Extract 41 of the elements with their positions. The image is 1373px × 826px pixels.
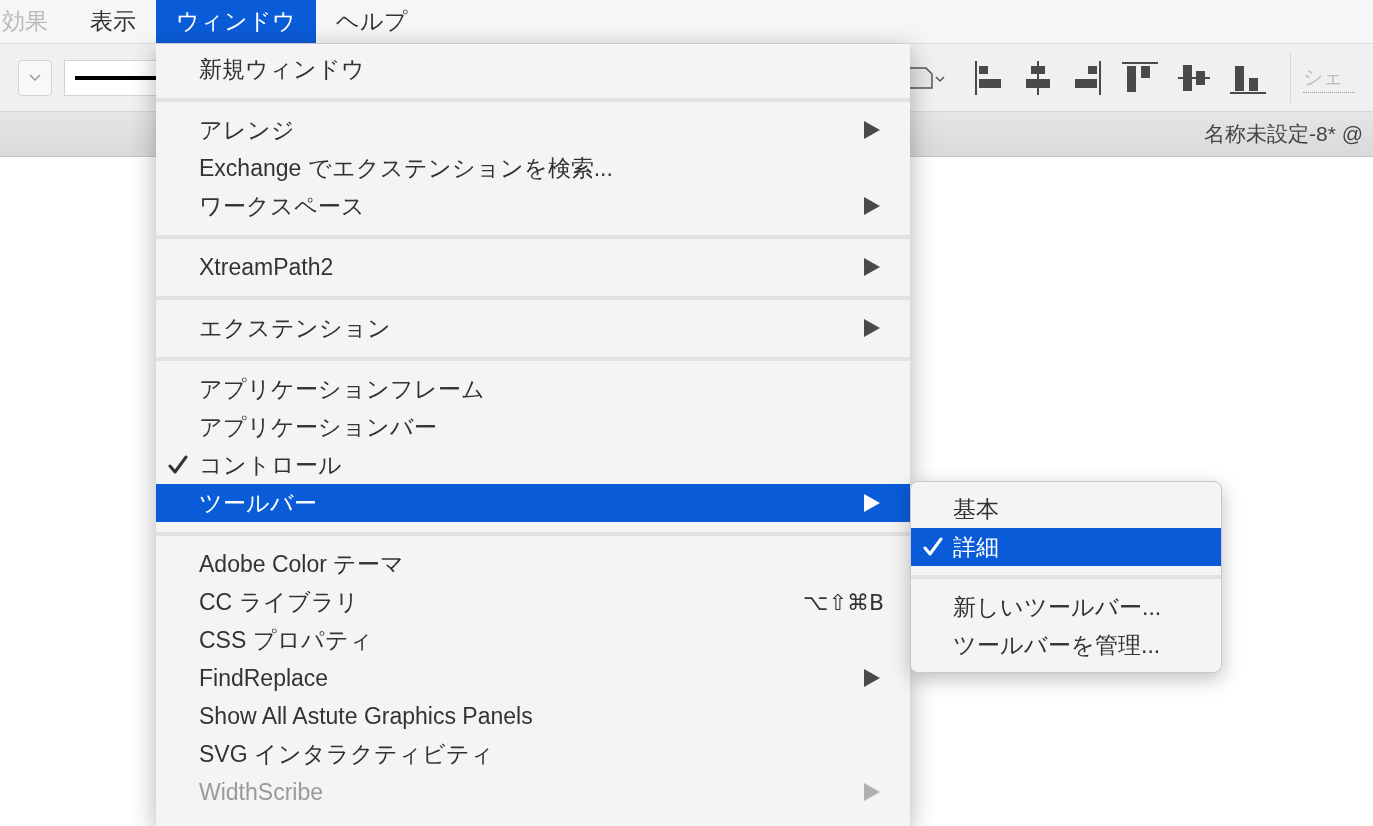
checkmark-icon <box>923 537 943 557</box>
submenu-arrow-icon <box>864 197 880 215</box>
menu-item[interactable]: コントロール <box>156 446 910 484</box>
chevron-down-icon <box>29 73 41 82</box>
submenu-arrow-icon <box>864 494 880 512</box>
menu-item[interactable]: XtreamPath2 <box>156 248 910 286</box>
menu-bar-item[interactable]: ヘルプ <box>316 0 428 43</box>
menu-item[interactable]: Exchange でエクステンションを検索... <box>156 149 910 187</box>
submenu-arrow-icon <box>864 258 880 276</box>
menu-item[interactable]: ツールバー <box>156 484 910 522</box>
menu-item[interactable]: CSS プロパティ <box>156 621 910 659</box>
submenu-arrow-icon <box>864 121 880 139</box>
checkmark-icon <box>168 455 188 475</box>
submenu-arrow-icon <box>864 783 880 801</box>
menu-item[interactable]: CC ライブラリ ⌥⇧⌘B <box>156 583 910 621</box>
align-left-icon[interactable] <box>974 60 1004 95</box>
menu-item[interactable]: エクステンション <box>156 309 910 347</box>
menu-item[interactable]: 新規ウィンドウ <box>156 50 910 88</box>
shortcut-label: ⌥⇧⌘B <box>803 588 884 617</box>
align-right-icon[interactable] <box>1072 60 1102 95</box>
menu-item[interactable]: Show All Astute Graphics Panels <box>156 697 910 735</box>
menu-item[interactable]: 基本 <box>911 490 1221 528</box>
document-icon[interactable] <box>908 65 948 90</box>
menu-item[interactable]: アレンジ <box>156 111 910 149</box>
menu-item[interactable]: ツールバーを管理... <box>911 626 1221 664</box>
document-title: 名称未設定-8* @ <box>1204 121 1363 148</box>
menu-item[interactable]: 詳細 <box>911 528 1221 566</box>
align-middle-icon[interactable] <box>1178 62 1210 93</box>
menu-item[interactable]: ワークスペース <box>156 187 910 225</box>
align-top-icon[interactable] <box>1122 61 1158 94</box>
menu-bar-item[interactable]: 表示 <box>70 0 156 43</box>
menu-item[interactable]: アプリケーションフレーム <box>156 370 910 408</box>
menu-bar-item[interactable]: ウィンドウ <box>156 0 316 43</box>
menu-item[interactable]: FindReplace <box>156 659 910 697</box>
menu-item[interactable]: Adobe Color テーマ <box>156 545 910 583</box>
menu-item[interactable]: SVG インタラクティビティ <box>156 735 910 773</box>
submenu-arrow-icon <box>864 669 880 687</box>
menu-item[interactable]: アプリケーションバー <box>156 408 910 446</box>
align-center-icon[interactable] <box>1024 60 1052 95</box>
menu-item[interactable]: 新しいツールバー... <box>911 588 1221 626</box>
submenu-arrow-icon <box>864 319 880 337</box>
